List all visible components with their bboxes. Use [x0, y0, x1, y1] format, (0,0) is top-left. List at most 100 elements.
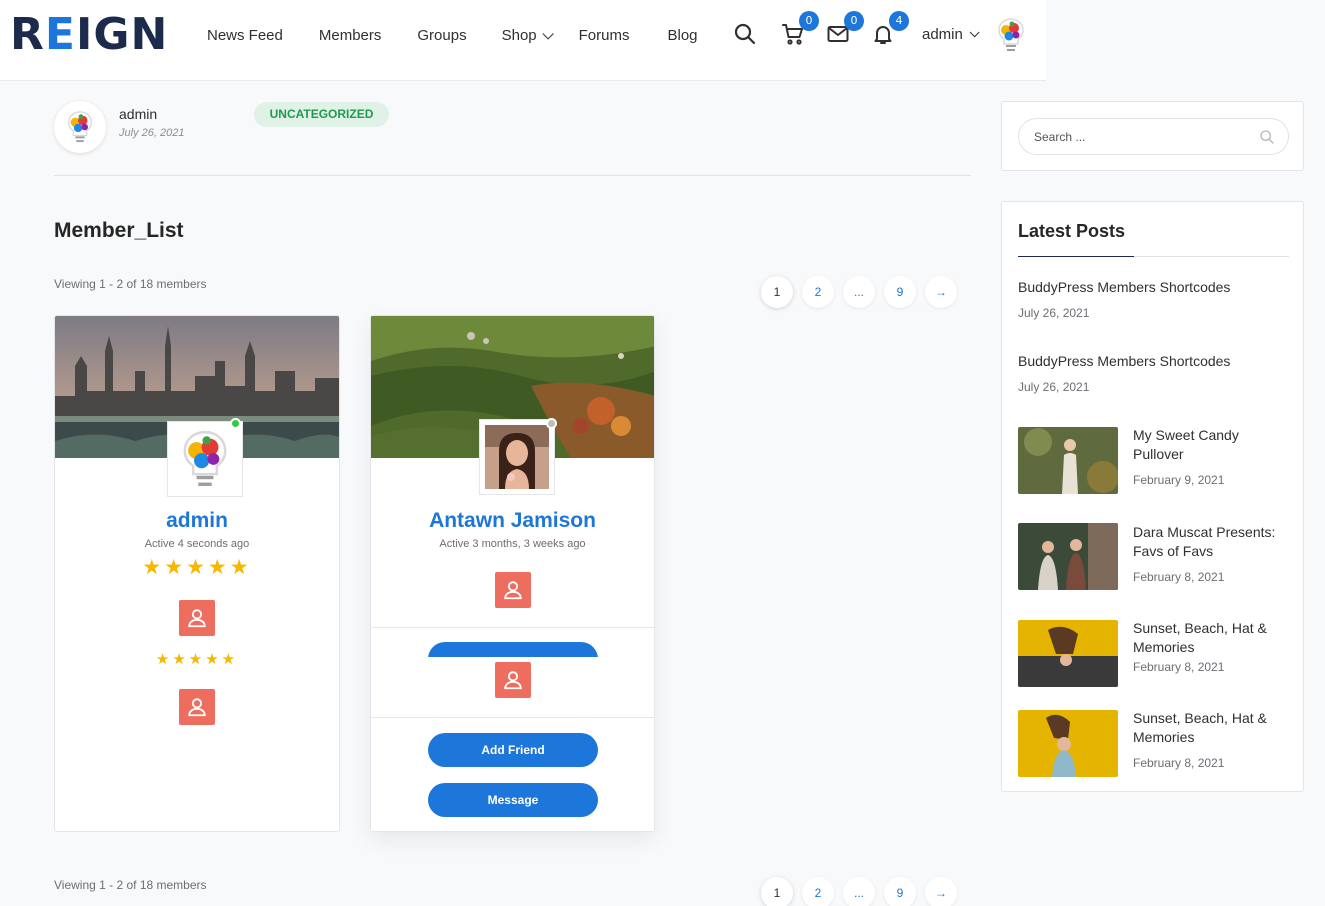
title-underline [1018, 256, 1289, 257]
nav-groups[interactable]: Groups [417, 27, 466, 45]
latest-posts-widget: Latest Posts BuddyPress Members Shortcod… [1001, 201, 1304, 792]
view-profile-button[interactable] [495, 572, 531, 608]
member-card-admin: admin Active 4 seconds ago ★★★★★ ★★★★★ [54, 315, 340, 832]
page-ellipsis: ... [843, 276, 875, 308]
member-photo [485, 425, 549, 489]
latest-post-link[interactable]: Dara Muscat Presents: Favs of Favs [1133, 523, 1293, 561]
nav-blog[interactable]: Blog [667, 27, 697, 45]
search-icon[interactable] [1259, 129, 1275, 145]
logo-text-r: R [10, 9, 45, 60]
latest-post-thumbnail[interactable] [1018, 620, 1118, 687]
page-ellipsis: ... [843, 877, 875, 906]
latest-post-date: February 8, 2021 [1133, 660, 1225, 674]
user-icon [504, 581, 522, 600]
member-avatar[interactable] [168, 422, 242, 496]
nav-shop-label: Shop [501, 27, 537, 44]
nav-forums[interactable]: Forums [579, 27, 630, 45]
latest-post-link[interactable]: My Sweet Candy Pullover [1133, 426, 1283, 464]
page-2-link[interactable]: 2 [802, 276, 834, 308]
view-profile-button-secondary[interactable] [179, 689, 215, 725]
messages-button[interactable]: 0 [826, 11, 864, 46]
member-last-active: Active 3 months, 3 weeks ago [439, 538, 586, 550]
page-2-link[interactable]: 2 [802, 877, 834, 906]
add-friend-button[interactable]: Add Friend [428, 733, 598, 767]
next-page-link[interactable]: → [925, 276, 957, 308]
cart-count-badge: 0 [799, 11, 819, 31]
card-divider [371, 627, 654, 628]
members-count-bottom: Viewing 1 - 2 of 18 members [54, 878, 207, 892]
latest-posts-title: Latest Posts [1018, 221, 1126, 241]
notifications-button[interactable]: 4 [871, 11, 909, 46]
message-button[interactable]: Message [428, 783, 598, 817]
site-header: R E IGN News Feed Members Groups Shop Foru… [0, 0, 1046, 81]
latest-post-date: February 8, 2021 [1133, 570, 1225, 584]
notifications-count-badge: 4 [889, 11, 909, 31]
latest-post-thumbnail[interactable] [1018, 427, 1118, 494]
sidebar-search-input[interactable] [1018, 118, 1289, 155]
member-avatar[interactable] [480, 420, 554, 494]
chevron-down-icon [542, 28, 554, 40]
pagination-bottom: 1 2 ... 9 → [761, 877, 966, 906]
page-1-link[interactable]: 1 [761, 877, 793, 906]
post-author-name[interactable]: admin [119, 106, 157, 122]
site-logo[interactable]: R E IGN [10, 9, 169, 60]
latest-post-link[interactable]: Sunset, Beach, Hat & Memories [1133, 709, 1293, 747]
user-icon [188, 609, 206, 628]
post-date: July 26, 2021 [119, 127, 185, 139]
user-menu[interactable]: admin [922, 26, 980, 43]
thumbnail-photo [1018, 620, 1118, 687]
latest-post-thumbnail[interactable] [1018, 523, 1118, 590]
post-author-avatar[interactable] [54, 101, 106, 153]
thumbnail-photo [1018, 427, 1118, 494]
nav-shop[interactable]: Shop [501, 27, 554, 45]
user-icon [188, 698, 206, 717]
chevron-down-icon [969, 27, 980, 38]
members-count-top: Viewing 1 - 2 of 18 members [54, 277, 207, 291]
latest-post-link[interactable]: BuddyPress Members Shortcodes [1018, 352, 1230, 371]
bulb-avatar-icon [183, 430, 227, 486]
messages-count-badge: 0 [844, 11, 864, 31]
view-profile-button-secondary[interactable] [495, 662, 531, 698]
main-nav: News Feed Members Groups Shop Forums Blo… [207, 27, 698, 45]
thumbnail-photo [1018, 710, 1118, 777]
offline-status-dot [546, 418, 557, 429]
logo-text-ign: IGN [75, 9, 169, 60]
logo-text-e: E [44, 9, 76, 60]
thumbnail-photo [1018, 523, 1118, 590]
user-icon [504, 671, 522, 690]
search-widget [1001, 101, 1304, 171]
latest-post-date: July 26, 2021 [1018, 380, 1090, 394]
online-status-dot [230, 418, 241, 429]
nav-members[interactable]: Members [319, 27, 382, 45]
pagination-top: 1 2 ... 9 → [761, 276, 966, 308]
latest-post-date: July 26, 2021 [1018, 306, 1090, 320]
clipped-button-shape [428, 642, 598, 657]
member-rating-stars-secondary: ★★★★★ [155, 651, 239, 668]
next-page-link[interactable]: → [925, 877, 957, 906]
clipped-add-friend-button [428, 642, 598, 657]
page-title: Member_List [54, 219, 184, 242]
member-rating-stars: ★★★★★ [142, 556, 252, 579]
member-name[interactable]: admin [55, 509, 339, 533]
member-last-active: Active 4 seconds ago [144, 538, 250, 550]
header-user-avatar[interactable] [994, 16, 1028, 54]
page-9-link[interactable]: 9 [884, 877, 916, 906]
latest-post-link[interactable]: Sunset, Beach, Hat & Memories [1133, 619, 1293, 657]
latest-post-link[interactable]: BuddyPress Members Shortcodes [1018, 278, 1230, 297]
post-meta-divider [54, 175, 971, 176]
nav-news-feed[interactable]: News Feed [207, 27, 283, 45]
user-menu-label: admin [922, 26, 963, 43]
search-icon [734, 23, 756, 45]
page-9-link[interactable]: 9 [884, 276, 916, 308]
page-1-link[interactable]: 1 [761, 276, 793, 308]
view-profile-button[interactable] [179, 600, 215, 636]
latest-post-date: February 9, 2021 [1133, 473, 1225, 487]
header-search-button[interactable] [733, 22, 757, 46]
bulb-avatar-icon [998, 18, 1024, 51]
category-badge[interactable]: UNCATEGORIZED [254, 102, 389, 127]
card-divider-secondary [371, 717, 654, 718]
latest-post-thumbnail[interactable] [1018, 710, 1118, 777]
bulb-avatar-icon [67, 111, 93, 143]
cart-button[interactable]: 0 [781, 11, 819, 46]
member-name[interactable]: Antawn Jamison [371, 509, 654, 533]
